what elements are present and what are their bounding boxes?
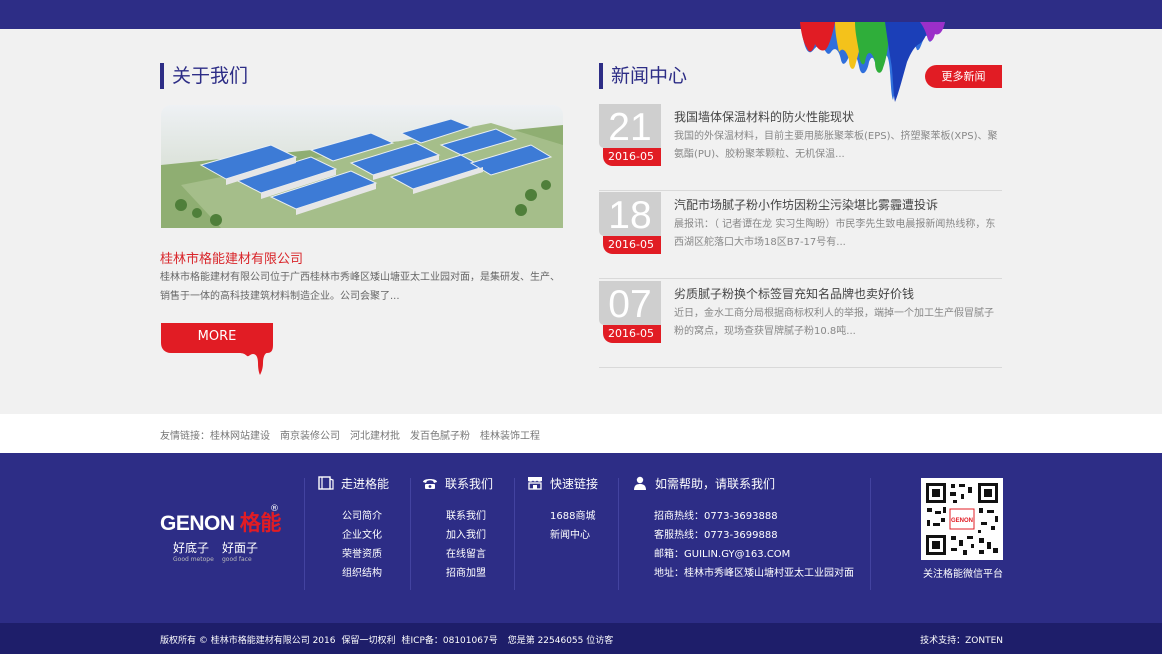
footer-link[interactable]: 企业文化 (342, 526, 389, 545)
top-bar (0, 0, 1162, 29)
news-date-badge: 07 2016-05 (599, 281, 661, 343)
friend-link[interactable]: 河北建材批 (350, 431, 400, 442)
footer-link[interactable]: 新闻中心 (550, 526, 598, 545)
divider (618, 478, 619, 590)
user-icon (634, 476, 646, 490)
more-news-button[interactable]: 更多新闻 (925, 65, 1002, 88)
paint-drip-decoration (800, 22, 945, 102)
copyright-text: 版权所有 © 桂林市格能建材有限公司 2016 (160, 636, 336, 646)
contact-address: 地址：桂林市秀峰区矮山塘村亚太工业园对面 (654, 568, 854, 579)
news-item[interactable]: 07 2016-05 劣质腻子粉换个标签冒充知名品牌也卖好价钱 近日，金水工商分… (599, 281, 1002, 368)
company-name-link[interactable]: 桂林市格能建材有限公司 (160, 248, 303, 267)
footer-link[interactable]: 在线留言 (446, 545, 493, 564)
factory-aerial-image (161, 105, 563, 228)
divider (304, 478, 305, 590)
genon-logo[interactable]: GENON 格能 ® (160, 504, 281, 537)
footer-link[interactable]: 公司简介 (342, 507, 389, 526)
footer-link[interactable]: 招商加盟 (446, 564, 493, 583)
svg-text:GENON: GENON (951, 518, 973, 524)
friend-links-label: 友情链接： (160, 431, 210, 442)
store-icon (528, 477, 542, 490)
footer-col-contact: 联系我们 联系我们 加入我们 在线留言 招商加盟 (422, 475, 493, 583)
visitor-counter: 您是第 22546055 位访客 (507, 636, 614, 646)
news-summary: 我国的外保温材料，目前主要用膨胀聚苯板(EPS)、挤塑聚苯板(XPS)、聚氨酯(… (674, 131, 998, 160)
friend-link[interactable]: 桂林装饰工程 (480, 431, 540, 442)
contact-service: 客服热线：0773-3699888 (654, 530, 778, 541)
divider (410, 478, 411, 590)
about-section-title: 关于我们 (160, 63, 248, 89)
footer-link[interactable]: 荣誉资质 (342, 545, 389, 564)
more-button[interactable]: MORE (161, 323, 273, 376)
company-description: 桂林市格能建材有限公司位于广西桂林市秀峰区矮山塘亚太工业园对面，是集研发、生产、… (160, 272, 560, 302)
news-item[interactable]: 21 2016-05 我国墙体保温材料的防火性能现状 我国的外保温材料，目前主要… (599, 104, 1002, 191)
news-summary: 近日，金水工商分局根据商标权利人的举报，端掉一个加工生产假冒腻子粉的窝点，现场查… (674, 308, 994, 337)
footer: GENON 格能 ® 好底子 Good metope 好面子 good face 走… (0, 453, 1162, 623)
footer-link[interactable]: 1688商城 (550, 507, 598, 526)
friend-link[interactable]: 南京装修公司 (280, 431, 340, 442)
icp-number[interactable]: 桂ICP备：08101067号 (402, 636, 498, 646)
friend-links-bar: 友情链接：桂林网站建设 南京装修公司 河北建材批 发百色腻子粉 桂林装饰工程 (0, 414, 1162, 453)
wechat-qr-code: GENON (921, 478, 1003, 560)
footer-col-about: 走进格能 公司简介 企业文化 荣誉资质 组织结构 (318, 475, 389, 583)
tech-support-link[interactable]: 技术支持：ZONTEN (920, 633, 1003, 646)
book-icon (318, 476, 334, 490)
news-date-badge: 18 2016-05 (599, 192, 661, 254)
news-title-link[interactable]: 我国墙体保温材料的防火性能现状 (674, 108, 854, 125)
news-title-link[interactable]: 劣质腻子粉换个标签冒充知名品牌也卖好价钱 (674, 285, 914, 302)
copyright-bar: 版权所有 © 桂林市格能建材有限公司 2016 保留一切权利 桂ICP备：08101… (0, 623, 1162, 654)
friend-link[interactable]: 桂林网站建设 (210, 431, 270, 442)
footer-col-quicklinks: 快速链接 1688商城 新闻中心 (527, 475, 598, 545)
qr-code-label: 关注格能微信平台 (923, 569, 1003, 580)
news-item[interactable]: 18 2016-05 汽配市场腻子粉小作坊因粉尘污染堪比雾霾遭投诉 晨报讯：（ … (599, 192, 1002, 279)
footer-link[interactable]: 组织结构 (342, 564, 389, 583)
divider (870, 478, 871, 590)
news-section-title: 新闻中心 (599, 63, 687, 89)
contact-email: 邮箱：GUILIN.GY@163.COM (654, 549, 791, 560)
footer-link[interactable]: 联系我们 (446, 507, 493, 526)
news-title-link[interactable]: 汽配市场腻子粉小作坊因粉尘污染堪比雾霾遭投诉 (674, 196, 938, 213)
rights-text: 保留一切权利 (341, 636, 396, 646)
footer-link[interactable]: 加入我们 (446, 526, 493, 545)
footer-col-help: 如需帮助，请联系我们 招商热线：0773-3693888 客服热线：0773-3… (632, 475, 854, 583)
friend-link[interactable]: 发百色腻子粉 (410, 431, 470, 442)
news-date-badge: 21 2016-05 (599, 104, 661, 166)
divider (514, 478, 515, 590)
phone-icon (423, 479, 437, 489)
news-summary: 晨报讯：（ 记者谭在龙 实习生陶盼）市民李先生致电晨报新闻热线称，东西湖区舵落口… (674, 219, 996, 248)
contact-hotline: 招商热线：0773-3693888 (654, 511, 778, 522)
